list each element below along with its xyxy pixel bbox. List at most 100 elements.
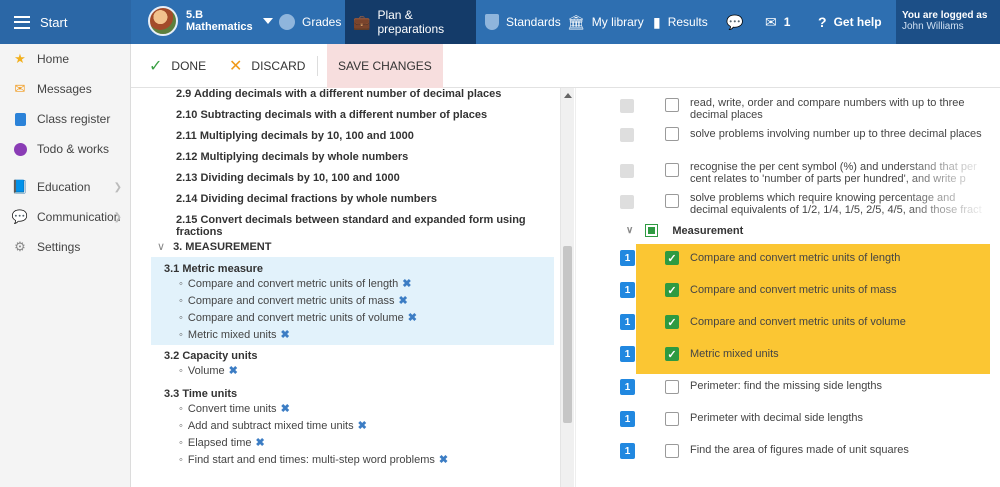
standard-text: recognise the per cent symbol (%) and un… xyxy=(690,161,977,185)
remove-icon[interactable]: ✖ xyxy=(256,437,265,449)
sidebar-item-communication[interactable]: 💬 Communication ❯ xyxy=(0,202,130,232)
save-changes-button[interactable]: SAVE CHANGES xyxy=(327,44,443,88)
nav-results[interactable]: ▮ Results xyxy=(653,0,708,44)
scroll-up-arrow-icon[interactable] xyxy=(564,93,572,98)
sidebar-item-class-register[interactable]: Class register xyxy=(0,104,130,134)
group-time-units[interactable]: 3.3 Time units ◦ Convert time units ✖ ◦ Add… xyxy=(151,384,554,474)
nav-standards[interactable]: Standards xyxy=(485,0,561,44)
scrollbar-thumb[interactable] xyxy=(563,246,572,423)
nav-results-label: Results xyxy=(667,15,708,29)
topic-item[interactable]: 2.12 Multiplying decimals by whole numbe… xyxy=(176,151,408,163)
standard-checkbox[interactable] xyxy=(665,380,679,394)
hamburger-icon xyxy=(14,15,30,29)
standard-checkbox[interactable] xyxy=(665,163,679,177)
section-title: 3. MEASUREMENT xyxy=(173,241,272,253)
clock-icon xyxy=(12,141,28,157)
sidebar-item-label: Education xyxy=(37,180,91,194)
discard-button[interactable]: ✕ DISCARD xyxy=(229,44,305,88)
standard-checkbox[interactable] xyxy=(665,98,679,112)
topic-item[interactable]: 2.10 Subtracting decimals with a differe… xyxy=(176,109,487,121)
chevron-right-icon: ❯ xyxy=(113,211,122,223)
topic-item[interactable]: 2.11 Multiplying decimals by 10, 100 and… xyxy=(176,130,414,142)
standard-text: Compare and convert metric units of volu… xyxy=(690,316,906,328)
standard-checkbox-checked[interactable]: ✓ xyxy=(665,347,679,361)
remove-icon[interactable]: ✖ xyxy=(229,365,238,377)
group-title: 3.2 Capacity units xyxy=(164,350,258,362)
subtopic-item: ◦ Metric mixed units ✖ xyxy=(179,329,290,341)
count-badge: 1 xyxy=(620,282,635,298)
remove-icon[interactable]: ✖ xyxy=(358,420,367,432)
sidebar: ★ Home ✉ Messages Class register Todo & … xyxy=(0,44,131,487)
remove-icon[interactable]: ✖ xyxy=(402,278,411,290)
bar-chart-icon: ▮ xyxy=(653,13,661,30)
sidebar-item-todo[interactable]: Todo & works xyxy=(0,134,130,164)
nav-plan-preparations[interactable]: 💼 Plan & preparations xyxy=(345,0,476,44)
group-capacity-units[interactable]: 3.2 Capacity units ◦ Volume ✖ xyxy=(151,346,554,380)
disabled-badge xyxy=(620,99,634,113)
sidebar-item-label: Todo & works xyxy=(37,142,110,156)
standard-checkbox-checked[interactable]: ✓ xyxy=(665,251,679,265)
sidebar-item-settings[interactable]: ⚙ Settings xyxy=(0,232,130,262)
sidebar-item-messages[interactable]: ✉ Messages xyxy=(0,74,130,104)
curriculum-tree: 2.9 Adding decimals with a different num… xyxy=(131,88,560,487)
partial-check-icon[interactable] xyxy=(645,224,659,237)
remove-icon[interactable]: ✖ xyxy=(399,295,408,307)
standard-text: solve problems which require knowing per… xyxy=(690,192,982,216)
standard-checkbox[interactable] xyxy=(665,412,679,426)
sidebar-item-education[interactable]: 📘 Education ❯ xyxy=(0,172,130,202)
topic-item[interactable]: 2.15 Convert decimals between standard a… xyxy=(176,214,560,238)
standards-panel: read, write, order and compare numbers w… xyxy=(575,88,1000,487)
remove-icon[interactable]: ✖ xyxy=(408,312,417,324)
start-menu-button[interactable]: Start xyxy=(0,0,131,44)
chat-button[interactable]: 💬 xyxy=(726,0,750,44)
class-selector[interactable]: 5.B Mathematics xyxy=(148,6,273,36)
done-button[interactable]: ✓ DONE xyxy=(149,44,206,88)
standard-checkbox[interactable] xyxy=(665,127,679,141)
group-metric-measure[interactable]: 3.1 Metric measure ◦ Compare and convert … xyxy=(151,257,554,345)
chevron-down-icon: ∨ xyxy=(626,225,634,236)
standard-checkbox-checked[interactable]: ✓ xyxy=(665,315,679,329)
done-label: DONE xyxy=(171,59,207,73)
user-info[interactable]: You are logged as John Williams xyxy=(896,0,1000,44)
standard-checkbox-checked[interactable]: ✓ xyxy=(665,283,679,297)
standard-text: Perimeter with decimal side lengths xyxy=(690,412,864,424)
tree-scrollbar[interactable] xyxy=(560,88,574,487)
envelope-icon: ✉ xyxy=(765,13,777,30)
chevron-down-icon: ∨ xyxy=(157,241,166,253)
mail-button[interactable]: ✉ 1 xyxy=(765,0,790,44)
topic-item[interactable]: 2.14 Dividing decimal fractions by whole… xyxy=(176,193,437,205)
nav-my-library[interactable]: 🏛 My library xyxy=(567,0,644,44)
remove-icon[interactable]: ✖ xyxy=(281,329,290,341)
section-measurement[interactable]: ∨ 3. MEASUREMENT xyxy=(157,240,271,253)
standard-checkbox[interactable] xyxy=(665,444,679,458)
grades-icon xyxy=(279,14,295,30)
chevron-right-icon: ❯ xyxy=(113,181,122,193)
remove-icon[interactable]: ✖ xyxy=(281,403,290,415)
briefcase-icon: 💼 xyxy=(353,13,371,30)
question-icon: ? xyxy=(818,14,827,30)
standard-text: Perimeter: find the missing side lengths xyxy=(690,380,882,392)
topic-item[interactable]: 2.9 Adding decimals with a different num… xyxy=(176,88,501,100)
mail-count-badge: 1 xyxy=(783,15,791,29)
remove-icon[interactable]: ✖ xyxy=(439,454,448,466)
book-icon: 📘 xyxy=(11,179,29,194)
gear-icon: ⚙ xyxy=(14,239,26,254)
nav-grades[interactable]: Grades xyxy=(279,0,341,44)
subtopic-item: ◦ Compare and convert metric units of vol… xyxy=(179,312,417,324)
sidebar-item-home[interactable]: ★ Home xyxy=(0,44,130,74)
caret-down-icon xyxy=(262,18,273,24)
class-code: 5.B xyxy=(186,9,204,21)
nav-plan-label: Plan & preparations xyxy=(377,8,445,36)
get-help-button[interactable]: ? Get help xyxy=(818,0,882,44)
chat-icon: 💬 xyxy=(726,13,744,30)
topic-item[interactable]: 2.13 Dividing decimals by 10, 100 and 10… xyxy=(176,172,400,184)
standard-checkbox[interactable] xyxy=(665,194,679,208)
count-badge: 1 xyxy=(620,314,635,330)
start-label: Start xyxy=(40,14,68,30)
count-badge: 1 xyxy=(620,346,635,362)
subtopic-item: ◦ Add and subtract mixed time units ✖ xyxy=(179,420,367,432)
class-subject: Mathematics xyxy=(186,21,253,33)
sidebar-item-label: Home xyxy=(37,52,70,66)
toolbar-divider xyxy=(317,56,318,76)
measurement-group-header[interactable]: ∨ Measurement xyxy=(626,224,743,237)
